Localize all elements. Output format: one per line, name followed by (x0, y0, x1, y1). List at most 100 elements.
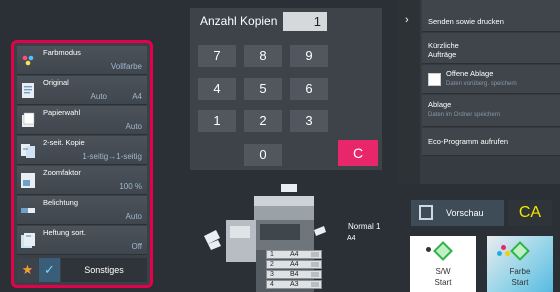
setting-staple-sort[interactable]: Heftung sort. Off (17, 226, 147, 255)
menu-storage[interactable]: Ablage Daten im Ordner speichern (422, 95, 560, 127)
preview-icon (419, 205, 433, 220)
paper-path (260, 224, 300, 240)
setting-label: Papierwahl (43, 108, 81, 117)
tray-number: 2 (270, 261, 274, 268)
menu-collapse-button[interactable]: › (398, 0, 420, 184)
color-dot-icon (497, 251, 502, 256)
color-dot-icon (505, 251, 510, 256)
copies-input[interactable]: 1 (283, 12, 327, 31)
tray-paper: B4 (290, 271, 299, 278)
tray-number: 4 (270, 281, 274, 288)
tray-level-bar (311, 252, 319, 257)
menu-open-storage[interactable]: Offene Ablage Daten vorüberg. speichern (422, 65, 560, 94)
favorites-button[interactable]: ★ (17, 258, 38, 282)
star-icon: ★ (21, 262, 34, 277)
start-label: S/W (435, 267, 451, 276)
setting-value-mode: Auto (90, 92, 107, 101)
key-6[interactable]: 6 (290, 78, 328, 100)
tray-level-bar (311, 272, 319, 277)
tray-row[interactable]: 3 B4 (266, 270, 322, 279)
key-0[interactable]: 0 (244, 144, 282, 166)
settings-bottom-bar: ★ ✓ Sonstiges (17, 258, 147, 282)
output-paper-top (281, 184, 297, 192)
chevron-right-icon: › (405, 14, 409, 26)
key-1[interactable]: 1 (198, 110, 236, 132)
setting-color-mode[interactable]: Farbmodus Vollfarbe (17, 46, 147, 75)
key-8[interactable]: 8 (244, 45, 282, 67)
setting-zoom[interactable]: Zoomfaktor 100 % (17, 166, 147, 195)
setting-value: Off (131, 242, 142, 251)
bw-start-button[interactable]: S/W Start (410, 236, 476, 292)
staple-sort-icon (21, 233, 35, 248)
menu-label: Offene Ablage (446, 69, 494, 78)
key-2[interactable]: 2 (244, 110, 282, 132)
setting-label: Original (43, 78, 69, 87)
other-functions-button[interactable]: Sonstiges (61, 258, 147, 282)
start-label: Start (434, 278, 452, 287)
action-menu: › Senden sowie drucken Kürzliche Aufträg… (398, 0, 560, 184)
setting-original[interactable]: Original Auto A4 (17, 76, 147, 105)
key-3[interactable]: 3 (290, 110, 328, 132)
zoom-icon (21, 173, 35, 188)
setting-label: Belichtung (43, 198, 79, 207)
preview-button[interactable]: Vorschau (411, 200, 504, 226)
color-dot-icon (501, 245, 506, 250)
paper-tray-list: 1 A4 2 A4 3 B4 4 A3 (266, 248, 322, 292)
exposure-icon (21, 208, 35, 213)
setting-label: Farbmodus (43, 48, 81, 57)
original-icon (22, 83, 34, 98)
checkmark-icon: ✓ (44, 262, 55, 277)
setting-value: Auto (125, 212, 142, 221)
setting-duplex-copy[interactable]: 2-seit. Kopie 1-seitig→1-seitig (17, 136, 147, 165)
setting-paper-select[interactable]: Papierwahl Auto (17, 106, 147, 135)
key-4[interactable]: 4 (198, 78, 236, 100)
output-paper-size: A4 (347, 235, 356, 242)
preview-label: Vorschau (446, 208, 484, 218)
color-mode-icon (22, 55, 34, 66)
menu-label: Eco-Programm aufrufen (428, 137, 509, 146)
tray-level-bar (311, 262, 319, 267)
color-start-button[interactable]: Farbe Start (487, 236, 553, 292)
scanner-body (254, 206, 314, 220)
setting-exposure[interactable]: Belichtung Auto (17, 196, 147, 225)
setting-label: Zoomfaktor (43, 168, 81, 177)
setting-label: 2-seit. Kopie (43, 138, 85, 147)
duplex-copy-icon (21, 144, 35, 158)
tray-number: 3 (270, 271, 274, 278)
output-tray-label: Normal 1 (348, 222, 381, 231)
start-diamond-icon (433, 241, 453, 261)
setting-value: Vollfarbe (110, 62, 142, 71)
key-7[interactable]: 7 (198, 45, 236, 67)
settings-panel: Farbmodus Vollfarbe Original Auto A4 Pap… (11, 40, 153, 288)
clear-all-button[interactable]: CA (508, 200, 552, 226)
bw-dot-icon (426, 247, 431, 252)
finisher-tray (230, 226, 250, 238)
open-storage-checkbox[interactable] (428, 73, 441, 86)
tray-paper: A4 (290, 251, 299, 258)
key-5[interactable]: 5 (244, 78, 282, 100)
tray-number: 1 (270, 251, 274, 258)
setting-value: Auto (125, 122, 142, 131)
menu-label: Senden sowie drucken (428, 17, 504, 26)
tray-paper: A4 (290, 261, 299, 268)
tray-row[interactable]: 2 A4 (266, 260, 322, 269)
menu-eco-program[interactable]: Eco-Programm aufrufen (422, 128, 560, 156)
start-diamond-icon (510, 241, 530, 261)
setting-value: 1-seitig→1-seitig (82, 152, 142, 161)
menu-send-and-print[interactable]: Senden sowie drucken (422, 0, 560, 32)
start-label: Farbe (509, 267, 531, 276)
key-9[interactable]: 9 (290, 45, 328, 67)
tray-row[interactable]: 1 A4 (266, 250, 322, 259)
tray-row[interactable]: 4 A3 (266, 280, 322, 289)
tray-paper: A3 (290, 281, 299, 288)
setting-label: Heftung sort. (43, 228, 86, 237)
output-paper-right (314, 226, 326, 236)
menu-sublabel: Daten im Ordner speichern (428, 112, 501, 118)
clear-key[interactable]: C (338, 140, 378, 166)
menu-label: Ablage (428, 100, 452, 109)
menu-sublabel: Daten vorüberg. speichern (446, 81, 517, 87)
copies-label: Anzahl Kopien (200, 14, 278, 28)
menu-recent-jobs[interactable]: Kürzliche Aufträge (422, 33, 560, 64)
setting-value: A4 (132, 92, 142, 101)
check-settings-button[interactable]: ✓ (39, 258, 60, 282)
